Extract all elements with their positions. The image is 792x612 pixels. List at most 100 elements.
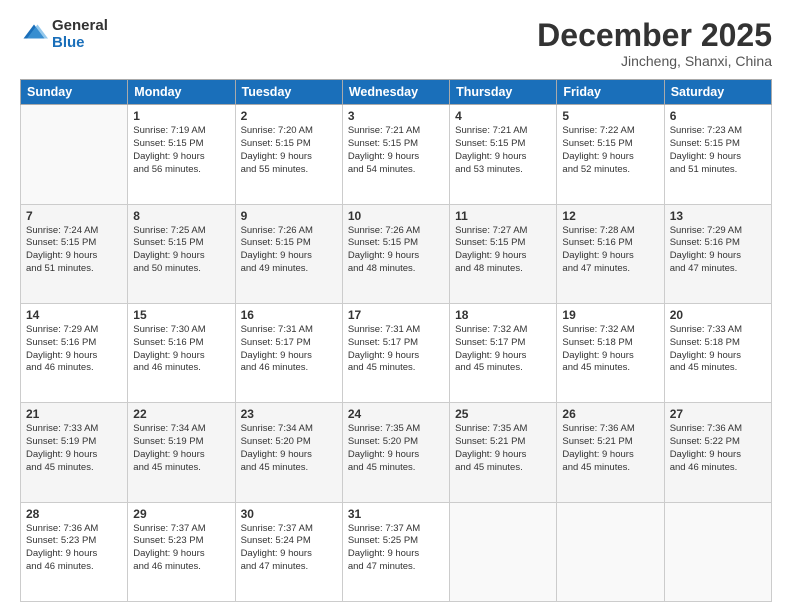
logo: General Blue xyxy=(20,18,108,51)
calendar-cell: 5 Sunrise: 7:22 AM Sunset: 5:15 PM Daylig… xyxy=(557,105,664,204)
cell-content: Sunrise: 7:37 AM Sunset: 5:23 PM Dayligh… xyxy=(133,523,229,574)
calendar-cell xyxy=(664,502,771,601)
day-number: 10 xyxy=(348,209,444,223)
header-day-thursday: Thursday xyxy=(450,80,557,105)
header-day-saturday: Saturday xyxy=(664,80,771,105)
header-day-friday: Friday xyxy=(557,80,664,105)
header: General Blue December 2025 Jincheng, Sha… xyxy=(20,18,772,69)
header-day-monday: Monday xyxy=(128,80,235,105)
calendar-page: General Blue December 2025 Jincheng, Sha… xyxy=(0,0,792,612)
cell-content: Sunrise: 7:36 AM Sunset: 5:21 PM Dayligh… xyxy=(562,423,658,474)
calendar-cell: 28 Sunrise: 7:36 AM Sunset: 5:23 PM Dayli… xyxy=(21,502,128,601)
day-number: 1 xyxy=(133,109,229,123)
day-number: 14 xyxy=(26,308,122,322)
calendar-cell: 13Sunrise: 7:29 AM Sunset: 5:16 PM Dayli… xyxy=(664,204,771,303)
header-day-tuesday: Tuesday xyxy=(235,80,342,105)
day-number: 11 xyxy=(455,209,551,223)
day-number: 19 xyxy=(562,308,658,322)
cell-content: Sunrise: 7:31 AM Sunset: 5:17 PM Dayligh… xyxy=(241,324,337,375)
day-number: 3 xyxy=(348,109,444,123)
day-number: 31 xyxy=(348,507,444,521)
calendar-cell xyxy=(557,502,664,601)
calendar-table: SundayMondayTuesdayWednesdayThursdayFrid… xyxy=(20,79,772,602)
calendar-cell: 7Sunrise: 7:24 AM Sunset: 5:15 PM Daylig… xyxy=(21,204,128,303)
cell-content: Sunrise: 7:22 AM Sunset: 5:15 PM Dayligh… xyxy=(562,125,658,176)
logo-icon xyxy=(20,21,48,49)
calendar-cell xyxy=(450,502,557,601)
day-number: 9 xyxy=(241,209,337,223)
week-row-4: 21Sunrise: 7:33 AM Sunset: 5:19 PM Dayli… xyxy=(21,403,772,502)
header-day-wednesday: Wednesday xyxy=(342,80,449,105)
calendar-cell: 27 Sunrise: 7:36 AM Sunset: 5:22 PM Dayli… xyxy=(664,403,771,502)
cell-content: Sunrise: 7:29 AM Sunset: 5:16 PM Dayligh… xyxy=(26,324,122,375)
calendar-cell: 29 Sunrise: 7:37 AM Sunset: 5:23 PM Dayli… xyxy=(128,502,235,601)
calendar-cell: 26Sunrise: 7:36 AM Sunset: 5:21 PM Dayli… xyxy=(557,403,664,502)
cell-content: Sunrise: 7:32 AM Sunset: 5:17 PM Dayligh… xyxy=(455,324,551,375)
cell-content: Sunrise: 7:28 AM Sunset: 5:16 PM Dayligh… xyxy=(562,225,658,276)
day-number: 5 xyxy=(562,109,658,123)
day-number: 2 xyxy=(241,109,337,123)
cell-content: Sunrise: 7:36 AM Sunset: 5:22 PM Dayligh… xyxy=(670,423,766,474)
day-number: 16 xyxy=(241,308,337,322)
calendar-cell: 21Sunrise: 7:33 AM Sunset: 5:19 PM Dayli… xyxy=(21,403,128,502)
cell-content: Sunrise: 7:26 AM Sunset: 5:15 PM Dayligh… xyxy=(348,225,444,276)
day-number: 4 xyxy=(455,109,551,123)
calendar-cell: 14 Sunrise: 7:29 AM Sunset: 5:16 PM Dayli… xyxy=(21,303,128,402)
logo-text: General Blue xyxy=(52,18,108,51)
calendar-cell: 30 Sunrise: 7:37 AM Sunset: 5:24 PM Dayli… xyxy=(235,502,342,601)
week-row-3: 14 Sunrise: 7:29 AM Sunset: 5:16 PM Dayli… xyxy=(21,303,772,402)
logo-general: General xyxy=(52,18,108,35)
week-row-5: 28 Sunrise: 7:36 AM Sunset: 5:23 PM Dayli… xyxy=(21,502,772,601)
calendar-cell: 6Sunrise: 7:23 AM Sunset: 5:15 PM Daylig… xyxy=(664,105,771,204)
day-number: 15 xyxy=(133,308,229,322)
calendar-cell: 19Sunrise: 7:32 AM Sunset: 5:18 PM Dayli… xyxy=(557,303,664,402)
calendar-cell: 2 Sunrise: 7:20 AM Sunset: 5:15 PM Daylig… xyxy=(235,105,342,204)
cell-content: Sunrise: 7:30 AM Sunset: 5:16 PM Dayligh… xyxy=(133,324,229,375)
cell-content: Sunrise: 7:21 AM Sunset: 5:15 PM Dayligh… xyxy=(348,125,444,176)
day-number: 21 xyxy=(26,407,122,421)
calendar-cell: 15 Sunrise: 7:30 AM Sunset: 5:16 PM Dayli… xyxy=(128,303,235,402)
calendar-cell: 1Sunrise: 7:19 AM Sunset: 5:15 PM Daylig… xyxy=(128,105,235,204)
location: Jincheng, Shanxi, China xyxy=(537,53,772,69)
cell-content: Sunrise: 7:33 AM Sunset: 5:18 PM Dayligh… xyxy=(670,324,766,375)
calendar-cell: 3 Sunrise: 7:21 AM Sunset: 5:15 PM Daylig… xyxy=(342,105,449,204)
cell-content: Sunrise: 7:29 AM Sunset: 5:16 PM Dayligh… xyxy=(670,225,766,276)
cell-content: Sunrise: 7:20 AM Sunset: 5:15 PM Dayligh… xyxy=(241,125,337,176)
calendar-cell: 17 Sunrise: 7:31 AM Sunset: 5:17 PM Dayli… xyxy=(342,303,449,402)
cell-content: Sunrise: 7:21 AM Sunset: 5:15 PM Dayligh… xyxy=(455,125,551,176)
calendar-cell: 4 Sunrise: 7:21 AM Sunset: 5:15 PM Daylig… xyxy=(450,105,557,204)
cell-content: Sunrise: 7:34 AM Sunset: 5:20 PM Dayligh… xyxy=(241,423,337,474)
day-number: 29 xyxy=(133,507,229,521)
cell-content: Sunrise: 7:36 AM Sunset: 5:23 PM Dayligh… xyxy=(26,523,122,574)
day-number: 12 xyxy=(562,209,658,223)
day-number: 20 xyxy=(670,308,766,322)
day-number: 8 xyxy=(133,209,229,223)
calendar-cell: 12 Sunrise: 7:28 AM Sunset: 5:16 PM Dayli… xyxy=(557,204,664,303)
calendar-cell: 18 Sunrise: 7:32 AM Sunset: 5:17 PM Dayli… xyxy=(450,303,557,402)
calendar-cell: 25Sunrise: 7:35 AM Sunset: 5:21 PM Dayli… xyxy=(450,403,557,502)
day-number: 28 xyxy=(26,507,122,521)
week-row-2: 7Sunrise: 7:24 AM Sunset: 5:15 PM Daylig… xyxy=(21,204,772,303)
calendar-cell: 10 Sunrise: 7:26 AM Sunset: 5:15 PM Dayli… xyxy=(342,204,449,303)
calendar-cell: 20 Sunrise: 7:33 AM Sunset: 5:18 PM Dayli… xyxy=(664,303,771,402)
logo-blue: Blue xyxy=(52,35,108,52)
day-number: 27 xyxy=(670,407,766,421)
calendar-cell: 22Sunrise: 7:34 AM Sunset: 5:19 PM Dayli… xyxy=(128,403,235,502)
day-number: 17 xyxy=(348,308,444,322)
calendar-cell: 8Sunrise: 7:25 AM Sunset: 5:15 PM Daylig… xyxy=(128,204,235,303)
cell-content: Sunrise: 7:27 AM Sunset: 5:15 PM Dayligh… xyxy=(455,225,551,276)
day-number: 30 xyxy=(241,507,337,521)
day-number: 22 xyxy=(133,407,229,421)
day-number: 18 xyxy=(455,308,551,322)
calendar-cell: 23 Sunrise: 7:34 AM Sunset: 5:20 PM Dayli… xyxy=(235,403,342,502)
cell-content: Sunrise: 7:24 AM Sunset: 5:15 PM Dayligh… xyxy=(26,225,122,276)
cell-content: Sunrise: 7:37 AM Sunset: 5:24 PM Dayligh… xyxy=(241,523,337,574)
calendar-cell: 24Sunrise: 7:35 AM Sunset: 5:20 PM Dayli… xyxy=(342,403,449,502)
calendar-cell: 9 Sunrise: 7:26 AM Sunset: 5:15 PM Daylig… xyxy=(235,204,342,303)
cell-content: Sunrise: 7:26 AM Sunset: 5:15 PM Dayligh… xyxy=(241,225,337,276)
header-day-sunday: Sunday xyxy=(21,80,128,105)
cell-content: Sunrise: 7:31 AM Sunset: 5:17 PM Dayligh… xyxy=(348,324,444,375)
header-row: SundayMondayTuesdayWednesdayThursdayFrid… xyxy=(21,80,772,105)
day-number: 23 xyxy=(241,407,337,421)
calendar-cell: 11 Sunrise: 7:27 AM Sunset: 5:15 PM Dayli… xyxy=(450,204,557,303)
